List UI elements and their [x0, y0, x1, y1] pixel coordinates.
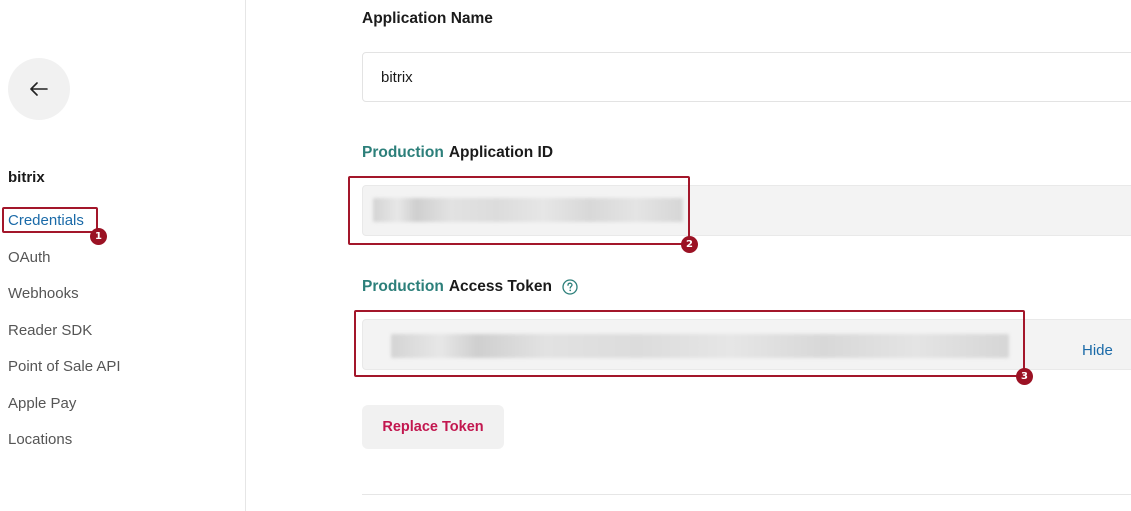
sidebar-item-locations[interactable]: Locations [8, 427, 121, 464]
application-name-field[interactable]: bitrix [362, 52, 1131, 102]
sidebar-item-apple-pay[interactable]: Apple Pay [8, 391, 121, 428]
hide-token-link[interactable]: Hide [1082, 342, 1113, 359]
sidebar-item-reader-sdk[interactable]: Reader SDK [8, 318, 121, 355]
section-divider [362, 494, 1131, 495]
sidebar-item-oauth[interactable]: OAuth [8, 245, 121, 282]
annotation-badge-3: 3 [1016, 368, 1033, 385]
application-id-redacted [373, 198, 683, 222]
access-token-redacted [391, 334, 1009, 358]
sidebar-item-point-of-sale-api[interactable]: Point of Sale API [8, 354, 121, 391]
application-id-env: Production [362, 144, 444, 161]
sidebar-item-webhooks[interactable]: Webhooks [8, 281, 121, 318]
application-id-field[interactable] [362, 185, 1131, 236]
question-circle-icon[interactable] [562, 279, 578, 295]
application-name-label: Application Name [362, 10, 493, 28]
application-name-value: bitrix [381, 68, 413, 86]
annotation-badge-2: 2 [681, 236, 698, 253]
access-token-field[interactable] [362, 319, 1131, 370]
application-id-label: Production Application ID [362, 144, 553, 162]
access-token-label: Production Access Token [362, 278, 578, 296]
app-title: bitrix [8, 169, 45, 186]
back-button[interactable] [8, 58, 70, 120]
replace-token-button[interactable]: Replace Token [362, 405, 504, 449]
access-token-env: Production [362, 278, 444, 295]
application-id-label-text: Application ID [448, 144, 554, 161]
sidebar-nav: Credentials OAuth Webhooks Reader SDK Po… [8, 208, 121, 464]
annotation-badge-1: 1 [90, 228, 107, 245]
access-token-label-text: Access Token [448, 278, 552, 295]
application-name-label-text: Application Name [362, 10, 493, 27]
sidebar: bitrix Credentials OAuth Webhooks Reader… [0, 0, 246, 511]
arrow-left-icon [30, 82, 48, 96]
